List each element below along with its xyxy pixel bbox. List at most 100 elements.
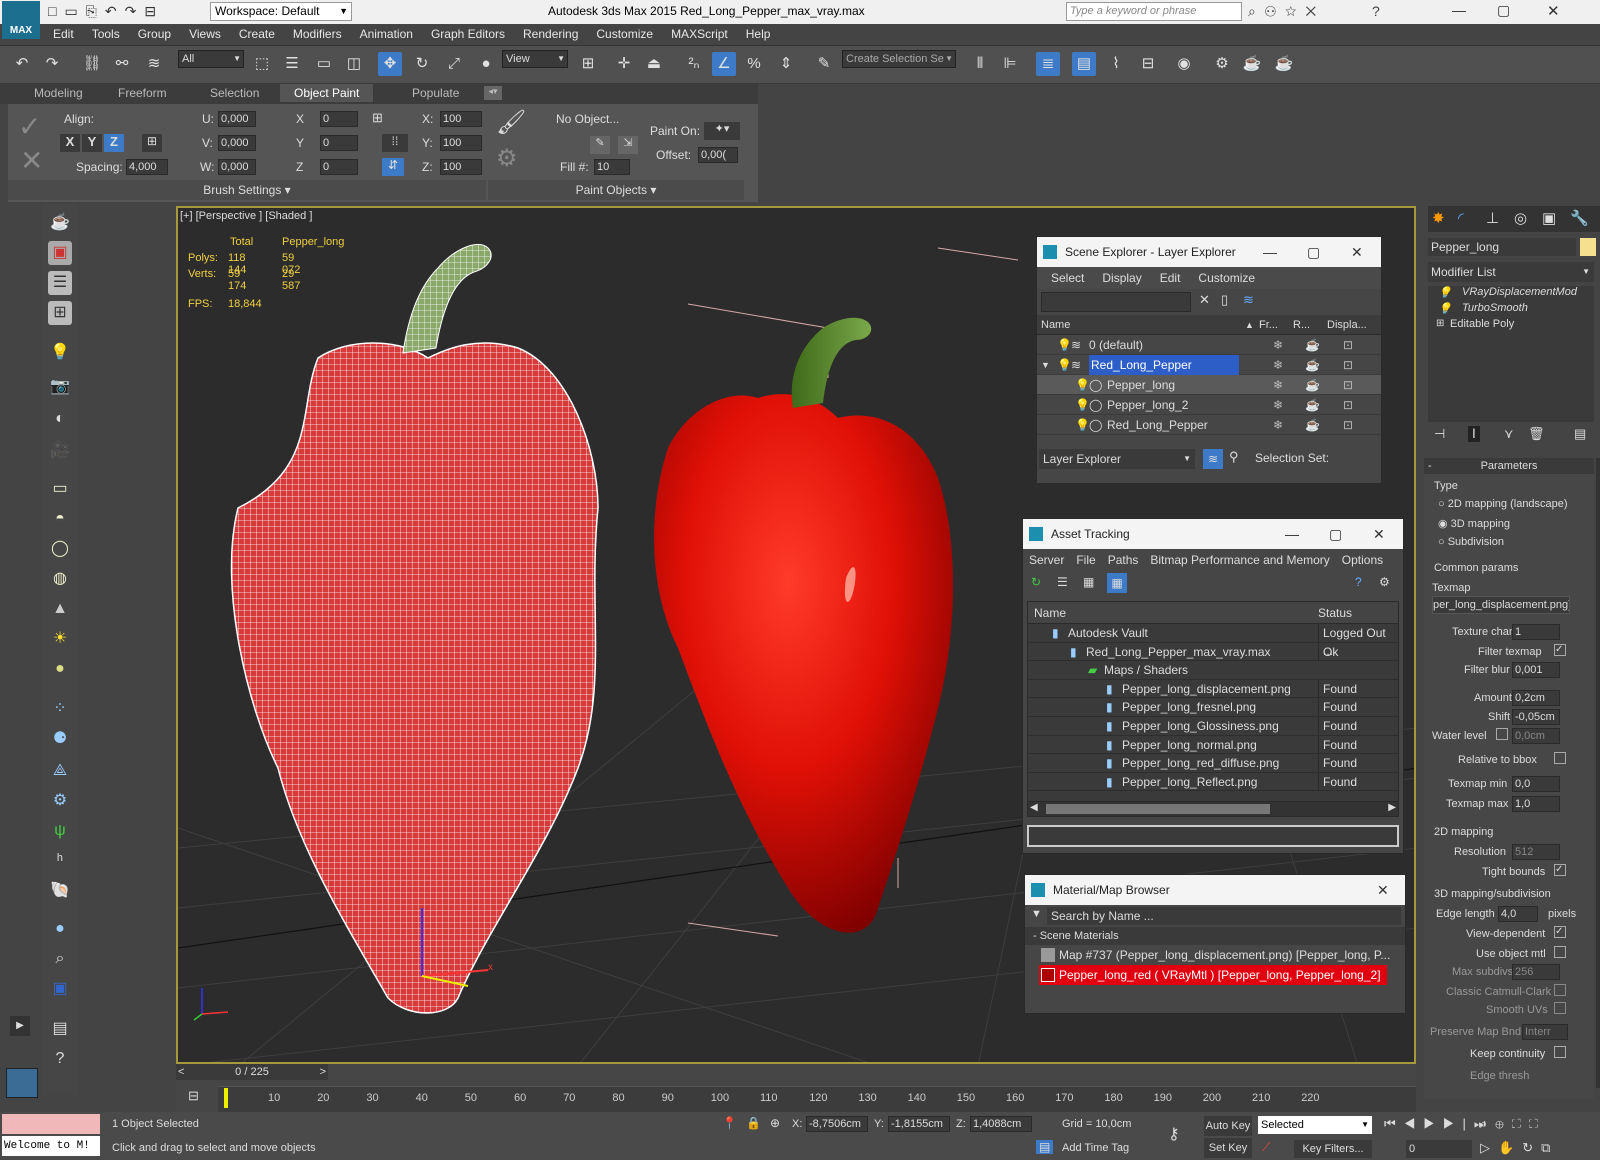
expand-plus-icon[interactable]: ⊞	[1436, 318, 1444, 329]
key-icon[interactable]: ⚷	[1168, 1124, 1180, 1144]
texture-chan-field[interactable]: 1	[1512, 624, 1560, 640]
cancel-icon[interactable]: ✕	[20, 144, 43, 177]
list-view-icon[interactable]: ☰	[1057, 575, 1068, 589]
time-slider-right-icon[interactable]: >	[320, 1064, 326, 1080]
stack-item-vraydisp[interactable]: 💡 VRayDisplacementMod	[1428, 286, 1594, 302]
snaps-toggle-icon[interactable]: ²ₙ	[682, 52, 706, 76]
radio-subdivision[interactable]: ○ Subdivision	[1438, 536, 1504, 548]
menu-graph-editors[interactable]: Graph Editors	[422, 24, 514, 44]
hierarchy-tab-icon[interactable]: ⊥	[1486, 209, 1499, 227]
x-offset-field[interactable]: 0	[320, 111, 358, 127]
menu-help[interactable]: Help	[737, 24, 780, 44]
render-icon[interactable]: ☕	[1305, 395, 1320, 415]
texmap-min-field[interactable]: 0,0	[1512, 776, 1560, 792]
help-icon[interactable]: ?	[1372, 3, 1380, 19]
pan-icon[interactable]: ✋	[1498, 1140, 1522, 1155]
menu-edit[interactable]: Edit	[44, 24, 83, 44]
parameters-header[interactable]: Parameters -	[1424, 458, 1594, 474]
app-logo[interactable]: MAX	[2, 1, 40, 39]
se-row[interactable]: 💡 ≋ 0 (default) ❄ ☕ ⊡	[1037, 335, 1381, 355]
cone-icon[interactable]: ▲	[48, 597, 72, 621]
utilities-tab-icon[interactable]: 🔧	[1570, 209, 1589, 227]
water-level-checkbox[interactable]	[1496, 728, 1508, 740]
scene-materials-header[interactable]: - Scene Materials	[1025, 927, 1405, 945]
zoom-icon[interactable]: ⌕	[1480, 1116, 1495, 1131]
paint-brush-icon[interactable]: 🖌	[496, 108, 526, 137]
window-crossing-icon[interactable]: ◫	[342, 52, 366, 76]
se-menu-display[interactable]: Display	[1102, 271, 1141, 285]
axis-x-button[interactable]: X	[60, 134, 80, 152]
align-icon[interactable]: ⊫	[998, 52, 1022, 76]
lightbulb-icon[interactable]: 💡	[1057, 335, 1072, 355]
display-icon[interactable]: ⊡	[1343, 375, 1353, 395]
material-editor-icon[interactable]: ◉	[1172, 52, 1196, 76]
maximize-button[interactable]: ▢	[1329, 519, 1342, 549]
search-icon[interactable]: ⌕	[48, 947, 72, 971]
at-row[interactable]: ▰ Maps / Shaders	[1028, 661, 1398, 680]
at-col-status[interactable]: Status	[1318, 602, 1352, 624]
help-circle-icon[interactable]: ?	[48, 1047, 72, 1071]
se-row[interactable]: 💡 ◯ Pepper_long ❄ ☕ ⊡	[1037, 375, 1381, 395]
at-row[interactable]: ▮ Pepper_long_Glossiness.png Found	[1028, 716, 1398, 736]
se-col-display[interactable]: Displa...	[1327, 315, 1367, 335]
menu-animation[interactable]: Animation	[351, 24, 422, 44]
time-slider[interactable]: < 0 / 225 >	[176, 1064, 328, 1080]
tab-modeling[interactable]: Modeling	[34, 86, 83, 100]
radio-3d-mapping[interactable]: ◉ 3D mapping	[1438, 517, 1510, 530]
search-input[interactable]: Type a keyword or phrase	[1066, 2, 1242, 21]
maxscript-listener-icon[interactable]	[6, 1068, 38, 1098]
close-button[interactable]: ✕	[1377, 875, 1389, 905]
move-icon[interactable]: ✥	[378, 52, 402, 76]
asset-tracking-titlebar[interactable]: Asset Tracking — ▢ ✕	[1023, 519, 1403, 549]
keyboard-shortcut-icon[interactable]: ⏏	[642, 52, 666, 76]
maxscript-mini-listener[interactable]	[2, 1114, 100, 1134]
selection-filter-dropdown[interactable]: All ▼	[178, 50, 244, 68]
render-icon[interactable]: ☕	[1305, 375, 1320, 395]
viewport-label[interactable]: [+] [Perspective ] [Shaded ]	[180, 210, 312, 222]
texmap-button[interactable]: per_long_displacement.png)	[1432, 596, 1570, 614]
explorer-type-dropdown[interactable]: Layer Explorer ▼	[1039, 449, 1195, 469]
grass-icon[interactable]: ψ	[48, 819, 72, 843]
menu-customize[interactable]: Customize	[587, 24, 662, 44]
at-menu-file[interactable]: File	[1076, 553, 1095, 567]
gear-icon[interactable]: ⚙	[48, 789, 72, 813]
minimize-button[interactable]: —	[1452, 2, 1466, 18]
brush-settings-bar[interactable]: Brush Settings ▾	[8, 180, 486, 200]
list-icon[interactable]: ☰	[48, 271, 72, 295]
disk-icon[interactable]: ●	[48, 657, 72, 681]
max-subdivs-field[interactable]: 256	[1512, 964, 1560, 980]
pivot-center-icon[interactable]: ⊞	[576, 52, 600, 76]
scroll-left-icon[interactable]: ◀	[1030, 802, 1038, 813]
go-to-start-icon[interactable]: ⏮	[1384, 1116, 1404, 1131]
menu-tools[interactable]: Tools	[83, 24, 129, 44]
add-time-tag-button[interactable]: Add Time Tag	[1062, 1142, 1129, 1154]
pyramid-icon[interactable]: ⟁	[48, 759, 72, 783]
link-icon[interactable]: ⛓	[80, 52, 104, 76]
v-field[interactable]: 0,000	[218, 135, 256, 151]
minimize-button[interactable]: —	[1285, 519, 1299, 549]
table-view-icon[interactable]: ▦	[1107, 573, 1127, 593]
scale-z-field[interactable]: 100	[440, 159, 482, 175]
modify-tab-icon[interactable]: ◜	[1458, 209, 1464, 227]
expand-triangle-icon[interactable]: ▼	[1041, 355, 1050, 375]
infocenter-icons[interactable]: ⌕⚇☆✕	[1248, 3, 1325, 20]
paint-on-dropdown[interactable]: ✦▾	[704, 122, 740, 140]
create-tab-icon[interactable]: ✸	[1432, 209, 1445, 227]
at-hscrollbar[interactable]: ◀ ▶	[1027, 801, 1399, 817]
stack-item-editable-poly[interactable]: ⊞ Editable Poly	[1428, 318, 1594, 334]
lock-selection-icon[interactable]: 🔒	[746, 1116, 761, 1130]
lightbulb-icon[interactable]: 💡	[1438, 286, 1452, 299]
display-icon[interactable]: ⊡	[1343, 415, 1353, 435]
z-offset-field[interactable]: 0	[320, 159, 358, 175]
help-icon[interactable]: ?	[1355, 575, 1362, 589]
scale-y-field[interactable]: 100	[440, 135, 482, 151]
rect-selection-icon[interactable]: ▭	[312, 52, 336, 76]
named-selection-dropdown[interactable]: Create Selection Se ▼	[842, 50, 956, 68]
detail-view-icon[interactable]: ▦	[1083, 575, 1094, 589]
close-button[interactable]: ✕	[1547, 2, 1560, 20]
set-key-button[interactable]: Set Key	[1204, 1138, 1252, 1158]
lightbulb-icon[interactable]: 💡	[1075, 395, 1090, 415]
se-row[interactable]: 💡 ◯ Pepper_long_2 ❄ ☕ ⊡	[1037, 395, 1381, 415]
command-panel-scrollbar[interactable]	[1596, 458, 1600, 1088]
se-row[interactable]: 💡 ≋ Red_Long_Pepper ▼ ❄ ☕ ⊡	[1037, 355, 1381, 375]
